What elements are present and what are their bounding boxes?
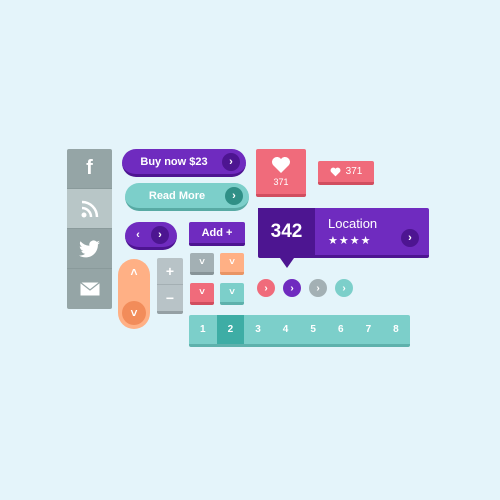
page-3[interactable]: 3 [244,315,272,344]
round-button-teal[interactable]: › [335,279,353,297]
heart-icon [272,157,290,173]
chevron-up-icon[interactable]: ˄ [118,265,150,279]
tooltip-pointer [280,258,294,268]
location-title: Location [328,216,378,231]
add-label: Add + [201,226,233,239]
mail-button[interactable] [67,269,112,309]
add-button[interactable]: Add + [189,222,245,246]
chevron-right-icon: › [225,186,243,205]
chevron-down-icon: ˅ [229,257,235,268]
vertical-toggle[interactable]: ˄ ˅ [118,259,150,329]
rss-button[interactable] [67,189,112,229]
read-more-label: Read More [148,189,206,202]
round-button-gray[interactable]: › [309,279,327,297]
chevron-down-icon: ˅ [130,306,138,320]
facebook-icon: f [86,157,93,179]
page-7[interactable]: 7 [355,315,383,344]
like-count: 371 [273,177,289,187]
page-4[interactable]: 4 [272,315,300,344]
social-sidebar: f [67,149,112,309]
prev-button[interactable]: ‹ [125,229,151,241]
dropdown-button-teal[interactable]: ˅ [220,283,244,305]
round-button-coral[interactable]: › [257,279,275,297]
prev-next-control: ‹ › [125,222,177,250]
heart-icon [330,167,341,176]
plus-button[interactable]: + [157,258,183,285]
pagination: 1 2 3 4 5 6 7 8 [189,315,410,347]
like-count: 371 [345,166,363,177]
location-count: 342 [258,208,315,255]
chevron-right-icon: › [342,282,346,294]
mail-icon [79,282,100,296]
twitter-button[interactable] [67,229,112,269]
chevron-right-icon: › [222,152,240,171]
minus-button[interactable]: − [157,285,183,311]
slider-knob[interactable]: ˅ [122,301,146,325]
like-counter-large[interactable]: 371 [256,149,306,197]
buy-now-button[interactable]: Buy now $23 › [122,149,246,177]
dropdown-button-coral[interactable]: ˅ [190,283,214,305]
page-1[interactable]: 1 [189,315,217,344]
chevron-right-icon: › [316,282,320,294]
dropdown-button-orange[interactable]: ˅ [220,253,244,275]
like-counter-small[interactable]: 371 [318,161,374,185]
chevron-right-icon: › [290,282,294,294]
chevron-down-icon: ˅ [229,287,235,298]
location-card[interactable]: 342 Location ★★★★ › [258,208,429,258]
chevron-down-icon: ˅ [199,287,205,298]
rating-stars: ★★★★ [328,235,372,247]
page-8[interactable]: 8 [382,315,410,344]
rss-icon [81,200,98,217]
dropdown-button-gray[interactable]: ˅ [190,253,214,275]
facebook-button[interactable]: f [67,149,112,189]
page-2[interactable]: 2 [216,315,245,344]
chevron-right-icon: › [264,282,268,294]
round-button-purple[interactable]: › [283,279,301,297]
chevron-down-icon: ˅ [199,257,205,268]
read-more-button[interactable]: Read More › [125,183,249,211]
twitter-icon [78,239,100,257]
chevron-right-icon[interactable]: › [401,229,419,247]
page-5[interactable]: 5 [299,315,327,344]
next-button[interactable]: › [151,225,169,244]
quantity-stepper: + − [157,258,183,314]
buy-now-label: Buy now $23 [140,155,208,168]
page-6[interactable]: 6 [327,315,355,344]
